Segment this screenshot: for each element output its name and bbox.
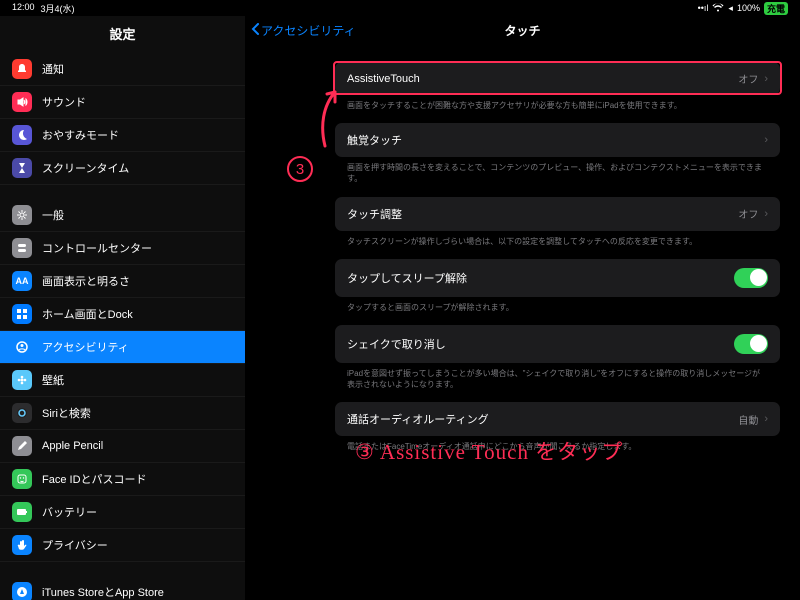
sidebar-item-sound[interactable]: サウンド — [0, 86, 245, 119]
pencil-icon — [12, 436, 32, 456]
row-description: iPadを意図せず振ってしまうことが多い場合は、"シェイクで取り消し"をオフにす… — [335, 363, 780, 402]
sidebar-item-AA[interactable]: AA 画面表示と明るさ — [0, 265, 245, 298]
sidebar-item-label: Apple Pencil — [42, 440, 103, 452]
signal-icon: ••ıl — [698, 3, 709, 13]
settings-row[interactable]: AssistiveTouch オフ › — [335, 62, 780, 95]
sidebar-item-label: iTunes StoreとApp Store — [42, 584, 164, 600]
chevron-left-icon — [251, 23, 259, 38]
sidebar-item-label: プライバシー — [42, 537, 108, 553]
settings-row[interactable]: 通話オーディオルーティング 自動 › — [335, 402, 780, 436]
sidebar-item-battery[interactable]: バッテリー — [0, 496, 245, 529]
row-description: タッチスクリーンが操作しづらい場合は、以下の設定を調整してタッチへの反応を変更で… — [335, 231, 780, 259]
chevron-right-icon: › — [764, 73, 768, 85]
chevron-right-icon: › — [764, 413, 768, 425]
sidebar-item-hand[interactable]: プライバシー — [0, 529, 245, 562]
bell-icon — [12, 59, 32, 79]
row-label: シェイクで取り消し — [347, 336, 446, 352]
row-label: タッチ調整 — [347, 206, 402, 222]
sidebar-item-label: 一般 — [42, 207, 64, 223]
siri-icon — [12, 403, 32, 423]
sidebar-item-label: スクリーンタイム — [42, 160, 129, 176]
row-description: 画面を押す時間の長さを変えることで、コンテンツのプレビュー、操作、およびコンテク… — [335, 157, 780, 196]
gear-icon — [12, 205, 32, 225]
settings-sidebar: 設定 通知サウンドおやすみモードスクリーンタイム一般コントロールセンター AA 画面… — [0, 16, 245, 600]
sidebar-item-label: 画面表示と明るさ — [42, 273, 130, 289]
sidebar-item-switches[interactable]: コントロールセンター — [0, 232, 245, 265]
flower-icon — [12, 370, 32, 390]
row-description: 画面をタッチすることが困難な方や支援アクセサリが必要な方も簡単にiPadを使用で… — [335, 95, 780, 123]
sidebar-item-bell[interactable]: 通知 — [0, 53, 245, 86]
battery-pct: 100% — [737, 3, 760, 13]
location-icon: ◂ — [728, 3, 733, 14]
row-description: タップすると画面のスリープが解除されます。 — [335, 297, 780, 325]
chevron-right-icon: › — [764, 208, 768, 220]
sidebar-item-label: Face IDとパスコード — [42, 471, 147, 487]
sidebar-item-hourglass[interactable]: スクリーンタイム — [0, 152, 245, 185]
back-label: アクセシビリティ — [261, 22, 356, 39]
sidebar-item-label: Siriと検索 — [42, 405, 91, 421]
sidebar-item-label: バッテリー — [42, 504, 97, 520]
battery-icon — [12, 502, 32, 522]
hand-icon — [12, 535, 32, 555]
settings-row[interactable]: 触覚タッチ › — [335, 123, 780, 157]
status-date: 3月4(水) — [41, 2, 75, 15]
toggle-switch[interactable] — [734, 334, 768, 354]
toggle-switch[interactable] — [734, 268, 768, 288]
switches-icon — [12, 238, 32, 258]
sidebar-item-label: おやすみモード — [42, 127, 119, 143]
sidebar-title: 設定 — [0, 16, 245, 53]
sidebar-item-person[interactable]: アクセシビリティ — [0, 331, 245, 364]
sidebar-item-siri[interactable]: Siriと検索 — [0, 397, 245, 430]
sound-icon — [12, 92, 32, 112]
settings-row[interactable]: タップしてスリープ解除 — [335, 259, 780, 297]
status-time: 12:00 — [12, 2, 35, 15]
hourglass-icon — [12, 158, 32, 178]
chevron-right-icon: › — [764, 134, 768, 146]
sidebar-item-pencil[interactable]: Apple Pencil — [0, 430, 245, 463]
battery-badge: 充電 — [764, 2, 788, 15]
nav-bar: アクセシビリティ タッチ — [245, 16, 800, 44]
sidebar-item-label: アクセシビリティ — [42, 339, 129, 355]
person-icon — [12, 337, 32, 357]
settings-row[interactable]: シェイクで取り消し — [335, 325, 780, 363]
row-value: オフ — [738, 71, 758, 86]
sidebar-item-label: 壁紙 — [42, 372, 64, 388]
moon-icon — [12, 125, 32, 145]
sidebar-item-appstore[interactable]: iTunes StoreとApp Store — [0, 576, 245, 600]
row-value: 自動 — [738, 412, 758, 427]
AA-icon: AA — [12, 271, 32, 291]
row-label: AssistiveTouch — [347, 73, 420, 85]
back-button[interactable]: アクセシビリティ — [245, 22, 356, 39]
content-pane: アクセシビリティ タッチ AssistiveTouch オフ › 画面をタッチすること… — [245, 16, 800, 600]
sidebar-item-face[interactable]: Face IDとパスコード — [0, 463, 245, 496]
sidebar-item-moon[interactable]: おやすみモード — [0, 119, 245, 152]
sidebar-item-grid[interactable]: ホーム画面とDock — [0, 298, 245, 331]
sidebar-item-label: ホーム画面とDock — [42, 306, 133, 322]
page-title: タッチ — [504, 22, 540, 39]
settings-row[interactable]: タッチ調整 オフ › — [335, 197, 780, 231]
row-label: 触覚タッチ — [347, 132, 402, 148]
status-bar: 12:00 3月4(水) ••ıl ◂ 100% 充電 — [0, 0, 800, 16]
wifi-icon — [712, 3, 724, 14]
row-description: 電話またはFaceTimeオーディオ通話中にどこから音声が聞こえるか指定します。 — [335, 436, 780, 464]
sidebar-item-label: 通知 — [42, 61, 64, 77]
row-label: タップしてスリープ解除 — [347, 270, 467, 286]
row-label: 通話オーディオルーティング — [347, 411, 489, 427]
appstore-icon — [12, 582, 32, 600]
sidebar-item-flower[interactable]: 壁紙 — [0, 364, 245, 397]
sidebar-item-label: サウンド — [42, 94, 86, 110]
sidebar-item-gear[interactable]: 一般 — [0, 199, 245, 232]
face-icon — [12, 469, 32, 489]
row-value: オフ — [738, 206, 758, 221]
sidebar-item-label: コントロールセンター — [42, 240, 152, 256]
grid-icon — [12, 304, 32, 324]
